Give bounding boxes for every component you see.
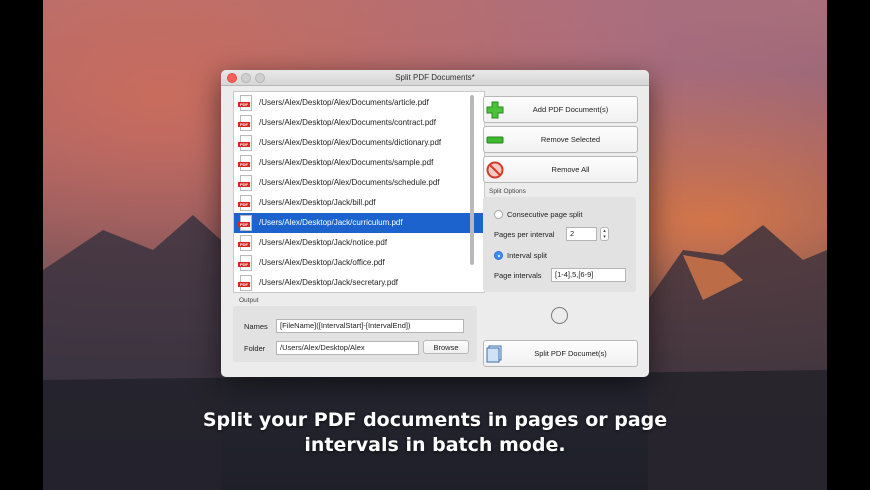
file-row[interactable]: PDF/Users/Alex/Desktop/Alex/Documents/ar… <box>234 92 484 112</box>
right-black-bar <box>827 0 870 490</box>
title-bar[interactable]: Split PDF Documents* <box>221 70 649 86</box>
minus-icon <box>486 136 504 143</box>
split-pdf-window: Split PDF Documents* PDF/Users/Alex/Desk… <box>221 70 649 377</box>
file-path: /Users/Alex/Desktop/Jack/secretary.pdf <box>259 278 399 288</box>
zoom-button[interactable] <box>255 73 265 83</box>
window-title: Split PDF Documents* <box>395 73 475 82</box>
file-path: /Users/Alex/Desktop/Jack/curriculum.pdf <box>259 218 403 228</box>
split-button-label: Split PDF Documet(s) <box>534 349 607 358</box>
pdf-file-icon: PDF <box>238 154 252 171</box>
split-button[interactable]: Split PDF Documet(s) <box>483 340 638 367</box>
file-path: /Users/Alex/Desktop/Alex/Documents/dicti… <box>259 137 442 147</box>
file-path: /Users/Alex/Desktop/Jack/office.pdf <box>259 258 385 268</box>
pdf-badge: PDF <box>238 101 250 107</box>
pdf-badge: PDF <box>238 202 250 208</box>
pdf-badge: PDF <box>238 121 250 127</box>
names-field[interactable]: [FileName]([IntervalStart]-[IntervalEnd]… <box>276 319 464 333</box>
document-stack-icon <box>486 345 502 362</box>
pdf-badge: PDF <box>238 282 250 288</box>
close-button[interactable] <box>227 73 237 83</box>
file-row[interactable]: PDF/Users/Alex/Desktop/Jack/bill.pdf <box>234 192 484 212</box>
consecutive-label: Consecutive page split <box>507 210 583 219</box>
pages-stepper[interactable]: ▴ ▾ <box>600 227 609 241</box>
remove-all-button-label: Remove All <box>551 165 590 174</box>
output-group-label: Output <box>239 297 259 304</box>
pdf-file-icon: PDF <box>238 94 252 111</box>
file-path: /Users/Alex/Desktop/Alex/Documents/contr… <box>259 117 436 127</box>
pdf-file-icon: PDF <box>238 134 252 151</box>
browse-button[interactable]: Browse <box>423 340 469 354</box>
left-black-bar <box>0 0 43 490</box>
pdf-badge: PDF <box>238 242 250 248</box>
names-label: Names <box>244 322 268 331</box>
file-path: /Users/Alex/Desktop/Jack/notice.pdf <box>259 238 388 248</box>
file-row[interactable]: PDF/Users/Alex/Desktop/Alex/Documents/co… <box>234 112 484 132</box>
pages-per-interval-label: Pages per interval <box>494 230 555 239</box>
marketing-caption: Split your PDF documents in pages or pag… <box>43 408 827 458</box>
minimize-button[interactable] <box>241 73 251 83</box>
split-options-group: Consecutive page split Pages per interva… <box>483 197 636 292</box>
pdf-file-icon: PDF <box>238 255 252 272</box>
progress-indicator <box>551 307 568 324</box>
page-intervals-label: Page intervals <box>494 271 542 280</box>
browse-button-label: Browse <box>433 342 459 352</box>
pdf-badge: PDF <box>238 161 250 167</box>
folder-field[interactable]: /Users/Alex/Desktop/Alex <box>276 341 419 355</box>
file-row[interactable]: PDF/Users/Alex/Desktop/Alex/Documents/di… <box>234 132 484 152</box>
file-row[interactable]: PDF/Users/Alex/Desktop/Jack/office.pdf <box>234 253 484 273</box>
add-pdf-button-label: Add PDF Document(s) <box>532 105 609 114</box>
file-path: /Users/Alex/Desktop/Alex/Documents/artic… <box>259 97 429 107</box>
file-row[interactable]: PDF/Users/Alex/Desktop/Jack/secretary.pd… <box>234 273 484 292</box>
file-row[interactable]: PDF/Users/Alex/Desktop/Jack/curriculum.p… <box>234 212 484 233</box>
remove-selected-button-label: Remove Selected <box>540 135 601 144</box>
file-row[interactable]: PDF/Users/Alex/Desktop/Alex/Documents/sa… <box>234 152 484 172</box>
output-group: Names [FileName]([IntervalStart]-[Interv… <box>233 306 477 362</box>
pdf-badge: PDF <box>238 141 250 147</box>
file-list-scrollbar[interactable] <box>470 95 474 265</box>
file-path: /Users/Alex/Desktop/Alex/Documents/sched… <box>259 177 440 187</box>
folder-label: Folder <box>244 344 266 353</box>
file-list[interactable]: PDF/Users/Alex/Desktop/Alex/Documents/ar… <box>233 91 485 293</box>
consecutive-radio[interactable] <box>494 210 503 219</box>
traffic-lights <box>227 73 265 83</box>
pdf-file-icon: PDF <box>238 275 252 292</box>
caption-line-1: Split your PDF documents in pages or pag… <box>202 409 668 431</box>
pdf-file-icon: PDF <box>238 174 252 191</box>
file-path: /Users/Alex/Desktop/Alex/Documents/sampl… <box>259 157 434 167</box>
remove-all-button[interactable]: Remove All <box>483 156 638 183</box>
remove-selected-button[interactable]: Remove Selected <box>483 126 638 153</box>
pdf-file-icon: PDF <box>238 215 252 232</box>
file-row[interactable]: PDF/Users/Alex/Desktop/Jack/notice.pdf <box>234 233 484 253</box>
page-intervals-field[interactable]: [1-4],5,[6-9] <box>551 268 626 282</box>
file-path: /Users/Alex/Desktop/Jack/bill.pdf <box>259 198 376 208</box>
pdf-file-icon: PDF <box>238 114 252 131</box>
file-row[interactable]: PDF/Users/Alex/Desktop/Alex/Documents/sc… <box>234 172 484 192</box>
pdf-badge: PDF <box>238 181 250 187</box>
split-options-label: Split Options <box>489 188 526 195</box>
plus-icon <box>486 101 504 118</box>
pdf-badge: PDF <box>238 222 250 228</box>
pdf-file-icon: PDF <box>238 195 252 212</box>
interval-label: Interval split <box>507 251 548 260</box>
pdf-file-icon: PDF <box>238 235 252 252</box>
pages-per-interval-field[interactable]: 2 <box>566 227 597 241</box>
caption-line-2: intervals in batch mode. <box>304 434 566 456</box>
prohibited-icon <box>486 161 504 178</box>
add-pdf-button[interactable]: Add PDF Document(s) <box>483 96 638 123</box>
pdf-badge: PDF <box>238 262 250 268</box>
interval-radio[interactable] <box>494 251 503 260</box>
